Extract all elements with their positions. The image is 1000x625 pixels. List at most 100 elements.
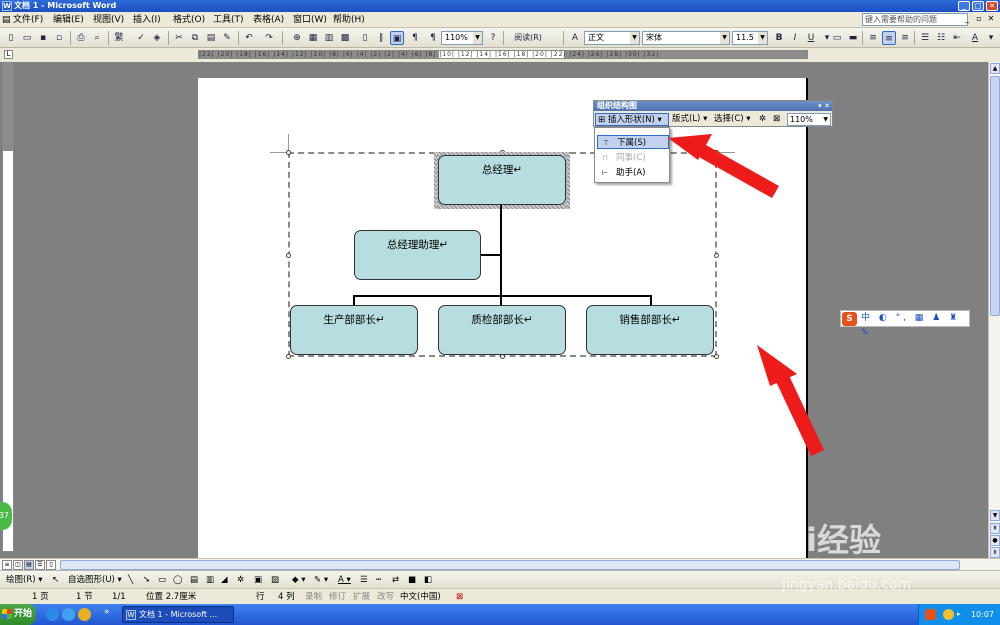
org-node-top[interactable]: 总经理↵ xyxy=(438,155,566,205)
quicklaunch-more-icon[interactable]: » xyxy=(104,607,110,617)
copy-icon[interactable]: ⧉ xyxy=(188,31,202,45)
status-ext[interactable]: 扩展 xyxy=(353,591,370,603)
status-trk[interactable]: 修订 xyxy=(329,591,346,603)
align-center-icon[interactable]: ≡ xyxy=(882,31,896,45)
normal-view-icon[interactable]: ≡ xyxy=(2,560,12,570)
org-toolbar-header[interactable]: 组织结构图 ▾ ✕ xyxy=(594,101,832,111)
fill-color-icon[interactable]: ◆ ▾ xyxy=(292,573,306,587)
vertical-ruler[interactable] xyxy=(2,62,14,552)
document-map-icon[interactable]: ▣ xyxy=(390,31,404,45)
taskbar-word-item[interactable]: W 文档 1 - Microsoft ... xyxy=(122,606,234,623)
format-painter-icon[interactable]: ✎ xyxy=(220,31,234,45)
org-node-sales[interactable]: 销售部部长↵ xyxy=(586,305,714,355)
fit-text-icon[interactable]: ⊠ xyxy=(771,113,782,126)
arrow-icon[interactable]: ➘ xyxy=(143,573,150,587)
vertical-scroll-thumb[interactable] xyxy=(990,76,1000,316)
web-view-icon[interactable]: ◫ xyxy=(13,560,23,570)
decrease-indent-icon[interactable]: ⇤ xyxy=(950,31,964,45)
menu-item-subordinate[interactable]: ⊤ 下属(S) xyxy=(597,135,669,149)
redo-icon[interactable]: ↷ xyxy=(262,31,276,45)
select-button[interactable]: 选择(C) ▾ xyxy=(712,113,753,126)
scroll-up-icon[interactable]: ▲ xyxy=(990,63,1000,74)
align-left-icon[interactable]: ≡ xyxy=(866,31,880,45)
menu-file[interactable]: 文件(F) xyxy=(13,14,43,26)
font-color-button[interactable]: A xyxy=(968,31,982,45)
line-icon[interactable]: ╲ xyxy=(128,573,133,587)
rectangle-icon[interactable]: ▭ xyxy=(158,573,166,587)
draw-menu-button[interactable]: 绘图(R) ▾ xyxy=(6,573,43,587)
layout-button[interactable]: 版式(L) ▾ xyxy=(670,113,709,126)
tray-expand-icon[interactable]: ▸ xyxy=(957,610,961,619)
textbox-icon[interactable]: ▤ xyxy=(190,573,198,587)
tables-borders-icon[interactable]: ▦ xyxy=(306,31,320,45)
permission-icon[interactable]: ▫ xyxy=(52,31,66,45)
close-button[interactable]: ✕ xyxy=(986,1,998,11)
start-button[interactable]: 开始 xyxy=(0,604,36,625)
autoformat-icon[interactable]: ✲ xyxy=(757,113,768,126)
spelling-icon[interactable]: ✓ xyxy=(134,31,148,45)
doc-restore-icon[interactable]: ▫ xyxy=(974,14,984,24)
align-right-icon[interactable]: ≡ xyxy=(898,31,912,45)
font-size-select[interactable]: 11.5 ▼ xyxy=(732,31,768,45)
open-icon[interactable]: ▭ xyxy=(20,31,34,45)
doc-minimize-icon[interactable]: _ xyxy=(962,14,972,24)
autoshapes-button[interactable]: 自选图形(U) ▾ xyxy=(68,573,122,587)
insert-excel-icon[interactable]: ▩ xyxy=(338,31,352,45)
sogou-tray-icon[interactable] xyxy=(925,609,936,620)
dash-style-icon[interactable]: ┅ xyxy=(376,573,381,587)
traditional-chinese-icon[interactable]: 繁 xyxy=(112,31,126,45)
print-view-icon[interactable]: ▤ xyxy=(24,560,34,570)
help-search-input[interactable]: 键入需要帮助的问题 xyxy=(862,13,968,26)
char-shading-icon[interactable]: ▬ xyxy=(846,31,860,45)
menu-help[interactable]: 帮助(H) xyxy=(333,14,365,26)
bullets-icon[interactable]: ☷ xyxy=(934,31,948,45)
3d-icon[interactable]: ◧ xyxy=(424,573,432,587)
ie-icon[interactable] xyxy=(46,608,59,621)
print-icon[interactable]: ⎙ xyxy=(74,31,88,45)
ruler-strip[interactable]: |22| |20| |18| |16| |14| |12| |10| |8| |… xyxy=(198,50,808,59)
print-preview-icon[interactable]: ⌕ xyxy=(90,31,104,45)
doc-menu-icon[interactable]: ▤ xyxy=(2,14,11,26)
save-icon[interactable]: ▪ xyxy=(36,31,50,45)
menu-insert[interactable]: 插入(I) xyxy=(133,14,161,26)
read-button[interactable]: 阅读(R) xyxy=(507,31,549,45)
menu-window[interactable]: 窗口(W) xyxy=(293,14,327,26)
menu-edit[interactable]: 编辑(E) xyxy=(53,14,84,26)
select-objects-icon[interactable]: ↖ xyxy=(52,573,59,587)
maximize-button[interactable]: □ xyxy=(972,1,984,11)
qq-tray-icon[interactable] xyxy=(943,609,954,620)
new-icon[interactable]: ▯ xyxy=(4,31,18,45)
char-border-icon[interactable]: ▭ xyxy=(830,31,844,45)
insert-shape-button[interactable]: ⊞ 插入形状(N) ▾ xyxy=(595,113,669,126)
shadow-icon[interactable]: ■ xyxy=(408,573,416,587)
org-toolbar-close-icon[interactable]: ▾ ✕ xyxy=(818,101,830,111)
line-color-icon[interactable]: ✎ ▾ xyxy=(314,573,328,587)
org-node-assistant[interactable]: 总经理助理↵ xyxy=(354,230,481,280)
help-icon[interactable]: ? xyxy=(486,31,500,45)
research-icon[interactable]: ◈ xyxy=(150,31,164,45)
vertical-scrollbar[interactable]: ▲ ▼ ⇞ ● ⇟ xyxy=(988,62,1000,558)
font-color-dropdown-icon[interactable]: ▾ xyxy=(984,31,998,45)
show-hide-icon[interactable]: ¶ xyxy=(408,31,422,45)
insert-table-icon[interactable]: ▥ xyxy=(322,31,336,45)
bold-button[interactable]: B xyxy=(772,31,786,45)
paste-icon[interactable]: ▤ xyxy=(204,31,218,45)
org-node-production[interactable]: 生产部部长↵ xyxy=(290,305,418,355)
ime-toolbar[interactable]: S 中 ◐ °, ▦ ♟ ♜ ✎ xyxy=(840,310,970,338)
draw-font-color-icon[interactable]: A ▾ xyxy=(338,573,351,587)
line-style-icon[interactable]: ☰ xyxy=(360,573,368,587)
ie2-icon[interactable] xyxy=(62,608,75,621)
hyperlink-icon[interactable]: ⊕ xyxy=(290,31,304,45)
ime-chinese-mode[interactable]: 中 xyxy=(861,313,873,323)
vertical-textbox-icon[interactable]: ▥ xyxy=(206,573,214,587)
italic-button[interactable]: I xyxy=(788,31,802,45)
styles-formatting-icon[interactable]: A xyxy=(568,31,582,45)
org-node-quality[interactable]: 质检部部长↵ xyxy=(438,305,566,355)
reading-view-icon[interactable]: ▯ xyxy=(46,560,56,570)
status-rec[interactable]: 录制 xyxy=(305,591,322,603)
drawing-icon[interactable]: ∥ xyxy=(374,31,388,45)
menu-tools[interactable]: 工具(T) xyxy=(213,14,244,26)
cut-icon[interactable]: ✂ xyxy=(172,31,186,45)
quicklaunch-icon[interactable] xyxy=(78,608,91,621)
menu-item-assistant[interactable]: ⊢ 助手(A) xyxy=(597,166,669,180)
